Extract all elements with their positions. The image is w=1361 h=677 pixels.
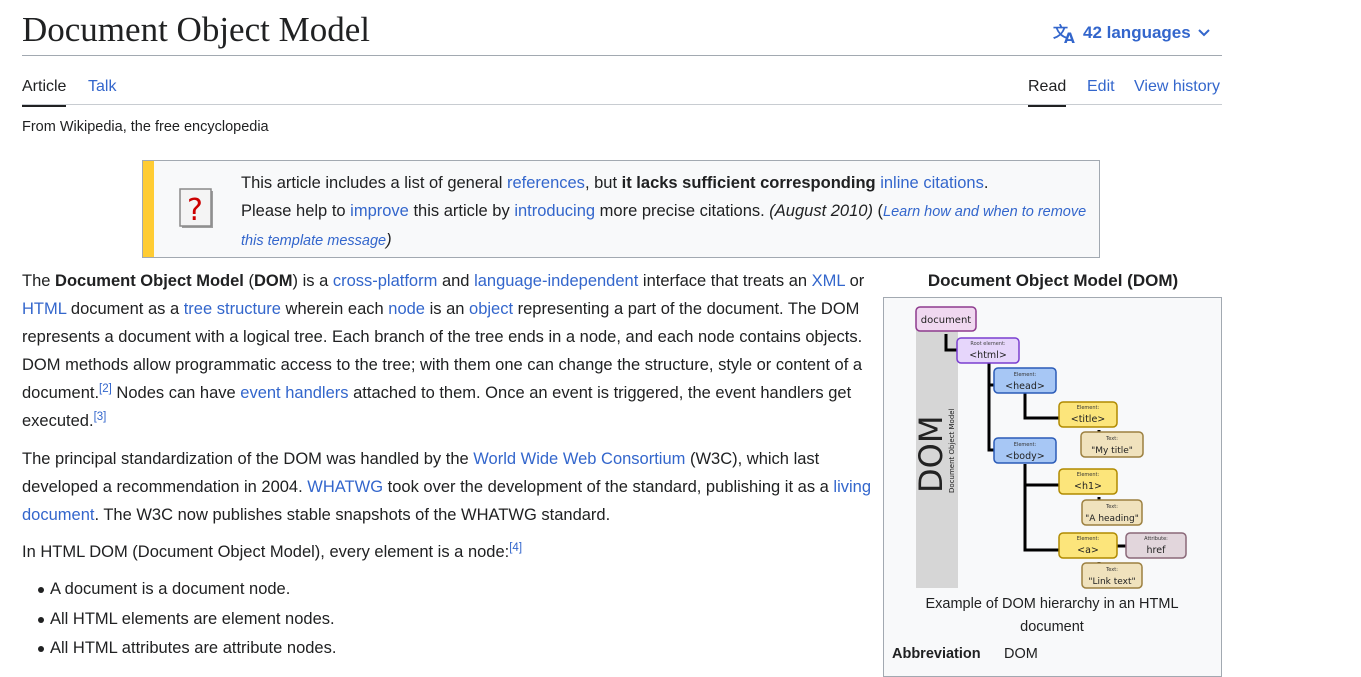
notice-text: This article includes a list of general … bbox=[241, 169, 1091, 255]
node-types-list: A document is a document node. All HTML … bbox=[22, 575, 336, 664]
introducing-link[interactable]: introducing bbox=[514, 202, 595, 220]
infobox-title: Document Object Model (DOM) bbox=[927, 271, 1179, 290]
text-run: The principal standardization of the DOM… bbox=[22, 450, 474, 468]
notice-text-run: ( bbox=[872, 202, 884, 220]
references-link[interactable]: references bbox=[507, 174, 585, 192]
dom-hierarchy-diagram[interactable]: DOM Document Object Model document Root … bbox=[884, 298, 1221, 590]
tab-read[interactable]: Read bbox=[1028, 78, 1067, 107]
tree-structure-link[interactable]: tree structure bbox=[184, 300, 281, 318]
text-run: wherein each bbox=[280, 300, 389, 318]
question-mark-book-icon: ? bbox=[179, 188, 215, 230]
node-link[interactable]: node bbox=[388, 300, 425, 318]
whatwg-link[interactable]: WHATWG bbox=[307, 478, 383, 496]
text-run: . The W3C now publishes stable snapshots… bbox=[94, 506, 611, 524]
notice-text-run: This article includes a list of general bbox=[241, 174, 507, 192]
event-handlers-link[interactable]: event handlers bbox=[240, 384, 348, 402]
node-intro-paragraph: In HTML DOM (Document Object Model), eve… bbox=[22, 538, 872, 566]
citation-notice: ? This article includes a list of genera… bbox=[142, 160, 1100, 258]
html-link[interactable]: HTML bbox=[22, 300, 66, 318]
chevron-down-icon bbox=[1197, 28, 1211, 38]
diagram-node-label: <html> bbox=[969, 350, 1007, 361]
reference-2-link[interactable]: [2] bbox=[99, 383, 112, 395]
notice-text-run: , but bbox=[584, 174, 622, 192]
notice-date: (August 2010) bbox=[769, 202, 873, 220]
list-item: All HTML elements are element nodes. bbox=[22, 605, 336, 635]
notice-text-run: . bbox=[983, 174, 989, 192]
text-run: or bbox=[845, 272, 865, 290]
site-tagline: From Wikipedia, the free encyclopedia bbox=[22, 119, 269, 135]
diagram-dom-sublabel: Document Object Model bbox=[948, 408, 956, 493]
object-link[interactable]: object bbox=[469, 300, 513, 318]
list-item: A document is a document node. bbox=[22, 575, 336, 605]
diagram-node-caption: Element: bbox=[1077, 536, 1100, 542]
abbreviation-label: Abbreviation bbox=[892, 646, 981, 662]
infobox-caption: Example of DOM hierarchy in an HTML docu… bbox=[925, 596, 1179, 635]
diagram-node-label: <body> bbox=[1005, 451, 1044, 462]
tabs-divider bbox=[22, 104, 1222, 105]
diagram-node-caption: Element: bbox=[1077, 472, 1100, 478]
diagram-node-caption: Element: bbox=[1014, 442, 1037, 448]
text-run: ( bbox=[243, 272, 254, 290]
languages-label: 42 languages bbox=[1083, 23, 1191, 42]
diagram-node-label: "Link text" bbox=[1088, 577, 1135, 587]
text-run: In HTML DOM (Document Object Model), eve… bbox=[22, 543, 510, 561]
xml-link[interactable]: XML bbox=[812, 272, 845, 290]
bold-term: DOM bbox=[253, 272, 293, 290]
text-run: The bbox=[22, 272, 56, 290]
notice-text-run: this article by bbox=[408, 202, 515, 220]
diagram-node-label: href bbox=[1147, 545, 1167, 556]
notice-text-run: Please help to bbox=[241, 202, 351, 220]
intro-paragraph: The Document Object Model (DOM) is a cro… bbox=[22, 267, 872, 435]
tab-talk[interactable]: Talk bbox=[88, 78, 116, 96]
diagram-node-caption: Element: bbox=[1077, 405, 1100, 411]
tab-article[interactable]: Article bbox=[22, 78, 67, 107]
diagram-node-caption: Text: bbox=[1105, 436, 1118, 442]
diagram-node-label: <title> bbox=[1071, 414, 1106, 425]
reference-3-link[interactable]: [3] bbox=[94, 411, 107, 423]
notice-text-run: ) bbox=[386, 231, 392, 249]
diagram-dom-label: DOM bbox=[912, 416, 950, 493]
bold-term: Document Object Model bbox=[55, 272, 244, 290]
abbreviation-value: DOM bbox=[1004, 646, 1038, 662]
diagram-node-caption: Root element: bbox=[970, 341, 1006, 347]
reference-4-link[interactable]: [4] bbox=[509, 542, 522, 554]
cross-platform-link[interactable]: cross-platform bbox=[333, 272, 438, 290]
diagram-node-label: <h1> bbox=[1074, 481, 1102, 492]
svg-text:?: ? bbox=[187, 193, 203, 228]
text-run: took over the development of the standar… bbox=[383, 478, 834, 496]
notice-text-run: more precise citations. bbox=[595, 202, 770, 220]
language-independent-link[interactable]: language-independent bbox=[474, 272, 638, 290]
page-title: Document Object Model bbox=[22, 10, 370, 49]
list-item: All HTML attributes are attribute nodes. bbox=[22, 634, 336, 664]
title-divider bbox=[22, 55, 1222, 56]
text-run: Nodes can have bbox=[111, 384, 241, 402]
diagram-node-caption: Text: bbox=[1105, 504, 1118, 510]
diagram-node-caption: Text: bbox=[1105, 567, 1118, 573]
tab-view-history[interactable]: View history bbox=[1134, 78, 1220, 96]
diagram-node-label: <a> bbox=[1077, 545, 1099, 556]
text-run: interface that treats an bbox=[638, 272, 812, 290]
diagram-node-label: document bbox=[921, 315, 972, 326]
notice-accent-bar bbox=[143, 161, 154, 257]
improve-link[interactable]: improve bbox=[350, 202, 409, 220]
languages-button[interactable]: 文 A 42 languages bbox=[1053, 20, 1211, 46]
diagram-node-label: <head> bbox=[1005, 381, 1045, 392]
svg-text:A: A bbox=[1064, 31, 1075, 44]
inline-citations-link[interactable]: inline citations bbox=[880, 174, 984, 192]
diagram-node-label: "A heading" bbox=[1085, 514, 1139, 524]
diagram-node-caption: Element: bbox=[1014, 372, 1037, 378]
text-run: document as a bbox=[66, 300, 184, 318]
translate-icon: 文 A bbox=[1053, 22, 1077, 44]
text-run: ) is a bbox=[292, 272, 333, 290]
tab-edit[interactable]: Edit bbox=[1087, 78, 1115, 96]
text-run: is an bbox=[424, 300, 470, 318]
standardization-paragraph: The principal standardization of the DOM… bbox=[22, 445, 872, 529]
w3c-link[interactable]: World Wide Web Consortium bbox=[473, 450, 685, 468]
diagram-node-label: "My title" bbox=[1091, 446, 1133, 456]
notice-bold-text: it lacks sufficient corresponding bbox=[621, 174, 881, 192]
text-run: and bbox=[437, 272, 475, 290]
diagram-node-caption: Attribute: bbox=[1144, 536, 1168, 542]
